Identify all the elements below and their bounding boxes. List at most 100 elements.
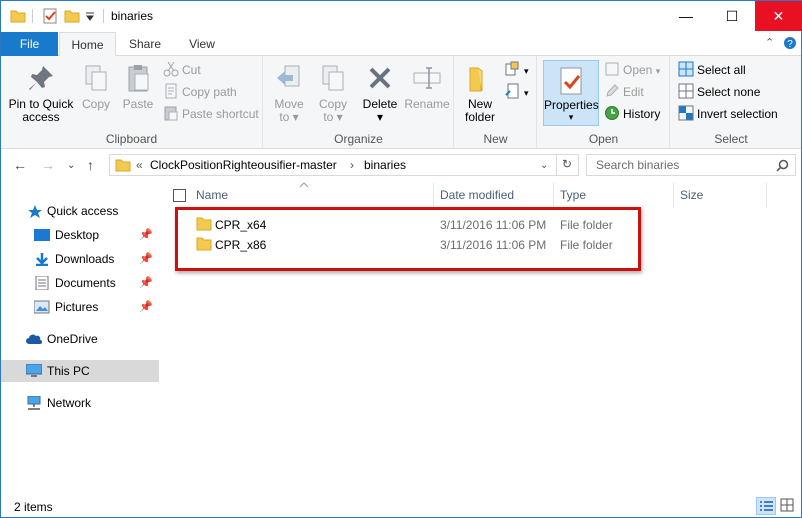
breadcrumb-separator[interactable]: › <box>350 158 354 172</box>
rename-button[interactable]: Rename <box>402 60 452 111</box>
new-folder-icon <box>469 67 483 92</box>
address-dropdown-icon[interactable]: ⌄ <box>540 160 548 171</box>
ribbon: Pin to Quick access Copy Paste Cut Copy … <box>1 56 801 149</box>
invert-selection-button[interactable]: Invert selection <box>678 104 778 124</box>
open-button[interactable]: Open ▾ <box>604 60 660 80</box>
customize-toolbar-icon[interactable] <box>85 11 95 21</box>
select-all-checkbox[interactable] <box>173 189 186 202</box>
nav-desktop-label: Desktop <box>55 228 100 242</box>
history-button[interactable]: History <box>604 104 660 124</box>
move-to-icon <box>277 65 300 87</box>
nav-onedrive[interactable]: OneDrive <box>1 328 159 350</box>
column-divider[interactable] <box>553 183 554 207</box>
tab-share[interactable]: Share <box>121 32 169 56</box>
properties-button[interactable]: Properties ▾ <box>543 60 599 126</box>
select-all-label: Select all <box>697 63 746 77</box>
item-count: 2 items <box>14 500 53 514</box>
download-arrow-icon <box>36 253 48 266</box>
properties-dropdown-icon[interactable]: ▾ <box>544 112 598 123</box>
pin-icon[interactable]: 📌 <box>139 248 153 270</box>
nav-downloads-label: Downloads <box>55 252 115 266</box>
open-label: Open <box>623 63 653 77</box>
copy-label: Copy <box>81 97 110 111</box>
nav-downloads[interactable]: Downloads 📌 <box>1 248 159 270</box>
open-icon <box>605 62 619 76</box>
nav-quick-access[interactable]: Quick access <box>1 200 159 222</box>
maximize-button[interactable]: ☐ <box>709 1 755 31</box>
pin-icon[interactable]: 📌 <box>139 272 153 294</box>
select-all-button[interactable]: Select all <box>678 60 746 80</box>
copy-path-button[interactable]: Copy path <box>163 82 237 102</box>
explorer-window: binaries — ☐ ✕ File Home Share View ⌃ ? … <box>0 0 802 518</box>
nav-desktop[interactable]: Desktop 📌 <box>1 224 159 246</box>
organize-group: Move to ▾ Copy to ▾ Delete ▾ Rename Orga… <box>264 56 454 149</box>
cut-button[interactable]: Cut <box>163 60 201 80</box>
pin-icon[interactable]: 📌 <box>139 224 153 246</box>
new-item-icon <box>505 61 519 76</box>
column-header-type[interactable]: Type <box>560 181 586 209</box>
new-folder-quick-icon[interactable] <box>64 8 80 24</box>
back-arrow-icon[interactable]: ← <box>13 157 27 173</box>
copy-path-label: Copy path <box>182 85 237 99</box>
copy-to-button[interactable]: Copy to ▾ <box>312 60 354 124</box>
column-divider[interactable] <box>433 183 434 207</box>
invert-selection-label: Invert selection <box>697 107 778 121</box>
column-divider[interactable] <box>766 183 767 207</box>
details-view-button[interactable] <box>756 497 776 515</box>
large-icons-view-icon <box>780 498 794 512</box>
title-bar: binaries — ☐ ✕ <box>1 1 802 32</box>
edit-button[interactable]: Edit <box>604 82 644 102</box>
column-divider[interactable] <box>673 183 674 207</box>
nav-documents[interactable]: Documents 📌 <box>1 272 159 294</box>
easy-access-button[interactable]: ▾ <box>505 82 529 102</box>
cloud-icon <box>26 334 42 344</box>
help-icon[interactable]: ? <box>783 36 797 53</box>
tab-file[interactable]: File <box>1 32 58 56</box>
delete-dropdown-icon[interactable]: ▾ <box>360 111 400 124</box>
minimize-button[interactable]: — <box>663 1 709 31</box>
pin-to-quick-access-button[interactable]: Pin to Quick access <box>7 60 75 124</box>
move-to-button[interactable]: Move to ▾ <box>268 60 310 124</box>
breadcrumb-segment-parent[interactable]: ClockPositionRighteousifier-master <box>150 158 337 172</box>
copy-icon <box>85 65 107 91</box>
select-none-label: Select none <box>697 85 761 99</box>
up-arrow-icon[interactable]: ↑ <box>87 157 94 173</box>
tab-home[interactable]: Home <box>59 32 116 57</box>
properties-quick-icon[interactable] <box>42 8 58 24</box>
large-icons-view-button[interactable] <box>778 497 798 515</box>
new-folder-button[interactable]: New folder <box>459 60 501 124</box>
move-to-label-line2-text: to <box>279 110 290 124</box>
close-button[interactable]: ✕ <box>755 1 802 31</box>
tab-view[interactable]: View <box>179 32 225 56</box>
nav-pictures[interactable]: Pictures 📌 <box>1 296 159 318</box>
edit-pencil-icon <box>606 84 619 97</box>
history-label: History <box>623 107 661 121</box>
nav-this-pc[interactable]: This PC <box>1 360 159 382</box>
nav-network[interactable]: Network <box>1 392 159 414</box>
column-header-date-modified[interactable]: Date modified <box>440 181 514 209</box>
paste-shortcut-button[interactable]: Paste shortcut <box>163 104 259 124</box>
collapse-ribbon-icon[interactable]: ⌃ <box>765 36 774 49</box>
column-header-size[interactable]: Size <box>680 181 703 209</box>
refresh-icon[interactable]: ↻ <box>562 157 572 171</box>
paste-shortcut-label: Paste shortcut <box>182 107 259 121</box>
breadcrumb-segment-current[interactable]: binaries <box>364 158 406 172</box>
pin-icon[interactable]: 📌 <box>139 296 153 318</box>
search-input[interactable]: Search binaries <box>596 158 679 172</box>
delete-button[interactable]: Delete ▾ <box>360 60 400 124</box>
select-none-button[interactable]: Select none <box>678 82 760 102</box>
nav-network-label: Network <box>47 396 92 410</box>
clipboard-icon <box>128 65 149 92</box>
column-header-name[interactable]: Name <box>196 181 228 209</box>
new-item-button[interactable]: ▾ <box>505 60 529 80</box>
address-bar[interactable]: « ClockPositionRighteousifier-master › b… <box>109 154 579 176</box>
search-box[interactable]: Search binaries <box>586 154 796 176</box>
breadcrumb-overflow[interactable]: « <box>136 158 143 172</box>
network-icon <box>27 396 41 410</box>
copy-button[interactable]: Copy <box>77 60 115 111</box>
forward-arrow-icon[interactable]: → <box>41 157 55 173</box>
search-icon[interactable] <box>776 159 789 172</box>
paste-button[interactable]: Paste <box>119 60 157 111</box>
recent-locations-chevron-icon[interactable]: ⌄ <box>67 160 75 171</box>
pin-label-line2: access <box>22 110 60 124</box>
